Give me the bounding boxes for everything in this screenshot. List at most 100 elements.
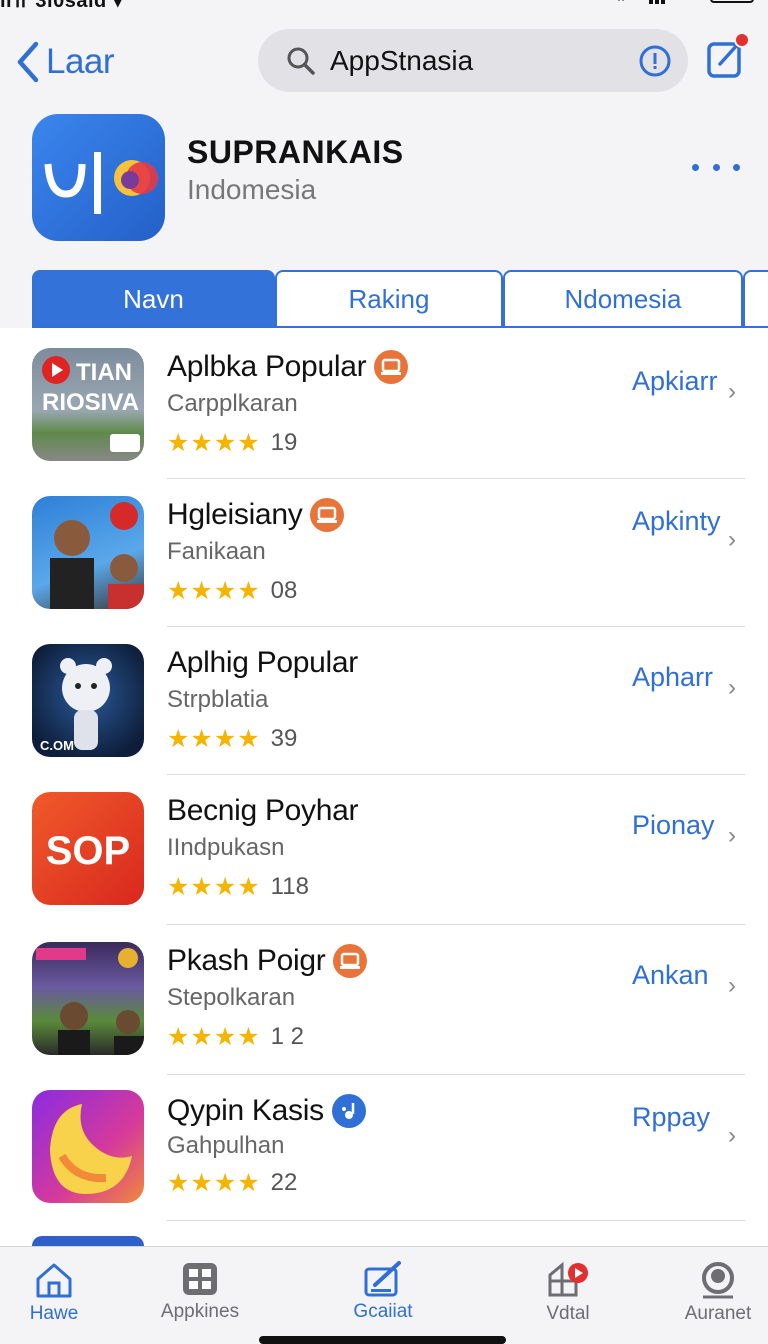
battery-percent: % <box>684 0 696 3</box>
status-bar: ıı⇈ 3ı0saıd ▾ % <box>0 0 768 12</box>
info-icon[interactable] <box>638 44 672 78</box>
tab-bar-label: Gcaiiat <box>353 1301 413 1322</box>
get-button[interactable]: Apharr <box>632 662 713 693</box>
app-name: Hgleisiany <box>167 498 345 532</box>
star-rating-icon: ★★★★ <box>167 429 261 457</box>
app-name: Aplhig Popular <box>167 646 358 679</box>
app-icon-thumbnail: C.OM <box>32 644 144 757</box>
more-dot <box>712 163 720 171</box>
get-button[interactable]: Ankan <box>632 960 709 991</box>
app-icon[interactable] <box>32 114 165 241</box>
app-icon-thumbnail <box>32 942 144 1055</box>
get-button[interactable]: Apkiarr <box>632 366 718 397</box>
app-icon-thumbnail: TIAN RIOSIVA <box>32 348 144 461</box>
rating-count: 118 <box>270 873 309 900</box>
tab-bar-home[interactable]: Hawe <box>0 1261 114 1325</box>
more-dot <box>733 163 740 171</box>
more-button[interactable] <box>692 152 740 182</box>
notification-dot <box>734 32 750 48</box>
battery-icon <box>710 0 754 3</box>
app-rating: ★★★★ 08 <box>167 576 297 606</box>
tab-bar-label: Hawe <box>29 1303 79 1324</box>
app-rating: ★★★★ 118 <box>167 872 309 902</box>
list-item[interactable]: Qypin Kasis Gahpulhan ★★★★ 22 Rppay › <box>0 1072 768 1220</box>
tab-bar-editor[interactable]: Gcaiiat <box>323 1261 443 1323</box>
star-rating-icon: ★★★★ <box>167 1169 261 1197</box>
rating-count: 19 <box>270 429 298 456</box>
chevron-right-icon: › <box>728 674 736 701</box>
app-name-text: Qypin Kasis <box>167 1094 324 1127</box>
app-rating: ★★★★ 19 <box>167 428 297 458</box>
app-category: IIndpukasn <box>167 834 285 861</box>
app-category: Stepolkaran <box>167 984 296 1011</box>
video-icon <box>548 1261 588 1297</box>
status-icons: % <box>608 0 754 4</box>
get-button[interactable]: Rppay <box>632 1102 710 1133</box>
app-subtitle: Indomesia <box>187 174 317 205</box>
star-rating-icon: ★★★★ <box>167 873 261 901</box>
app-icon-thumbnail <box>32 1090 144 1203</box>
tab-navn[interactable]: Navn <box>32 270 275 328</box>
app-name-text: Aplbka Popular <box>167 350 367 383</box>
rating-count: 08 <box>270 577 298 604</box>
tab-bar-label: Auranet <box>684 1303 752 1324</box>
tab-bar: Hawe Appkines Gcaiiat Vdtal Auranet <box>0 1246 768 1344</box>
rating-count: 22 <box>270 1169 298 1196</box>
home-icon <box>36 1263 72 1298</box>
app-icon-thumbnail <box>32 1236 144 1246</box>
svg-text:C.OM: C.OM <box>40 738 74 753</box>
tab-bar-video[interactable]: Vdtal <box>508 1261 628 1325</box>
app-rating: ★★★★ 22 <box>167 1168 297 1198</box>
app-name-text: Hgleisiany <box>167 498 303 531</box>
compose-button[interactable] <box>706 32 752 84</box>
chevron-right-icon: › <box>728 972 736 999</box>
edit-icon <box>364 1261 401 1297</box>
back-button[interactable]: Laar <box>16 38 115 86</box>
tab-ndomesia[interactable]: Ndomesia <box>503 270 743 328</box>
app-name-text: Pkash Poigr <box>167 944 326 977</box>
list-item[interactable]: Hgleisiany Fanikaan ★★★★ 08 Apkinty › <box>0 476 768 624</box>
back-label: Laar <box>46 42 115 81</box>
list-item[interactable]: SOP Becnig Poyhar IIndpukasn ★★★★ 118 Pio… <box>0 772 768 920</box>
search-bar[interactable] <box>258 29 688 92</box>
star-rating-icon: ★★★★ <box>167 725 261 753</box>
app-rating: ★★★★ 1 2 <box>167 1022 304 1052</box>
app-category: Fanikaan <box>167 538 266 565</box>
rating-count: 1 2 <box>270 1023 305 1050</box>
signal-icon <box>648 0 665 4</box>
chevron-right-icon: › <box>728 378 736 405</box>
app-name: Becnig Poyhar <box>167 794 359 827</box>
app-name: Pkash Poigr <box>167 944 368 978</box>
list-item[interactable]: TIAN RIOSIVA Aplbka Popular Carpplkaran ★… <box>0 328 768 476</box>
app-title: SUPRANKAIS <box>187 134 404 170</box>
app-logo <box>44 152 158 214</box>
chevron-right-icon: › <box>728 1122 736 1149</box>
tab-bar-label: Vdtal <box>546 1303 590 1324</box>
list-item[interactable]: Pkash Poigr Stepolkaran ★★★★ 1 2 Ankan › <box>0 922 768 1070</box>
get-button[interactable]: Apkinty <box>632 506 721 537</box>
apps-icon <box>183 1263 217 1295</box>
app-icon-thumbnail <box>32 496 144 609</box>
badge-icon <box>333 944 368 978</box>
status-text: ıı⇈ 3ı0saıd ▾ <box>0 0 124 12</box>
tab-raking[interactable]: Raking <box>275 270 503 328</box>
app-name: Qypin Kasis <box>167 1094 366 1128</box>
star-rating-icon: ★★★★ <box>167 577 261 605</box>
tab-overflow[interactable] <box>743 270 768 328</box>
badge-icon <box>310 498 345 532</box>
wifi-icon <box>617 0 624 1</box>
app-category: Gahpulhan <box>167 1132 285 1159</box>
tab-bar-apps[interactable]: Appkines <box>140 1261 260 1323</box>
sop-logo-text: SOP <box>46 829 130 873</box>
search-input[interactable] <box>330 44 610 77</box>
home-indicator <box>259 1336 506 1344</box>
list-item[interactable]: C.OM Aplhig Popular Strpblatia ★★★★ 39 Ap… <box>0 624 768 772</box>
segmented-tabs: Navn Raking Ndomesia <box>32 270 768 328</box>
more-dot <box>692 163 699 171</box>
tab-bar-label: Appkines <box>160 1301 240 1322</box>
chevron-right-icon: › <box>728 822 736 849</box>
get-button[interactable]: Pionay <box>632 810 715 841</box>
app-category: Carpplkaran <box>167 390 298 417</box>
svg-text:TIAN: TIAN <box>76 359 132 386</box>
tab-bar-account[interactable]: Auranet <box>658 1261 768 1325</box>
